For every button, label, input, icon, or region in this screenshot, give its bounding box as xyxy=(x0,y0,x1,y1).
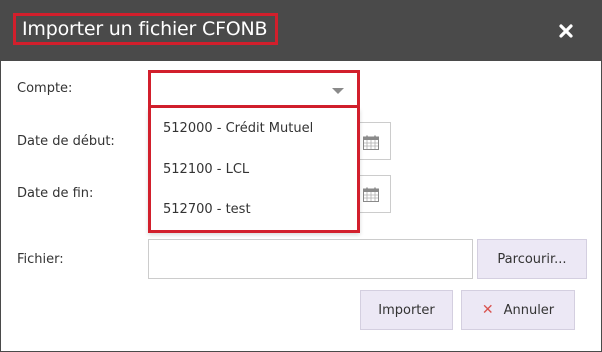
account-option[interactable]: 512000 - Crédit Mutuel xyxy=(163,121,313,136)
start-date-label: Date de début: xyxy=(17,134,115,149)
cancel-button-label: Annuler xyxy=(503,302,555,318)
close-icon xyxy=(559,24,573,38)
browse-button[interactable]: Parcourir... xyxy=(477,239,587,279)
import-button-label: Importer xyxy=(378,302,435,318)
calendar-icon[interactable] xyxy=(363,187,379,202)
dialog-titlebar: Importer un fichier CFONB xyxy=(1,1,601,61)
chevron-down-icon xyxy=(332,88,344,94)
account-dropdown-list: 512000 - Crédit Mutuel 512100 - LCL 5127… xyxy=(148,108,360,233)
account-option[interactable]: 512100 - LCL xyxy=(163,162,249,177)
dialog-title: Importer un fichier CFONB xyxy=(22,18,268,40)
import-button[interactable]: Importer xyxy=(360,290,453,330)
end-date-label: Date de fin: xyxy=(17,186,94,201)
calendar-icon[interactable] xyxy=(363,135,379,150)
account-label: Compte: xyxy=(17,81,73,96)
close-button[interactable] xyxy=(553,18,579,44)
file-input[interactable] xyxy=(148,239,473,279)
x-icon: ✕ xyxy=(481,302,494,318)
file-label: Fichier: xyxy=(17,252,64,267)
import-cfonb-dialog: Importer un fichier CFONB Compte: Date d… xyxy=(0,0,602,352)
dialog-title-highlight: Importer un fichier CFONB xyxy=(13,13,279,45)
account-option[interactable]: 512700 - test xyxy=(163,202,251,217)
account-select[interactable] xyxy=(148,70,360,108)
cancel-button[interactable]: ✕ Annuler xyxy=(461,290,575,330)
